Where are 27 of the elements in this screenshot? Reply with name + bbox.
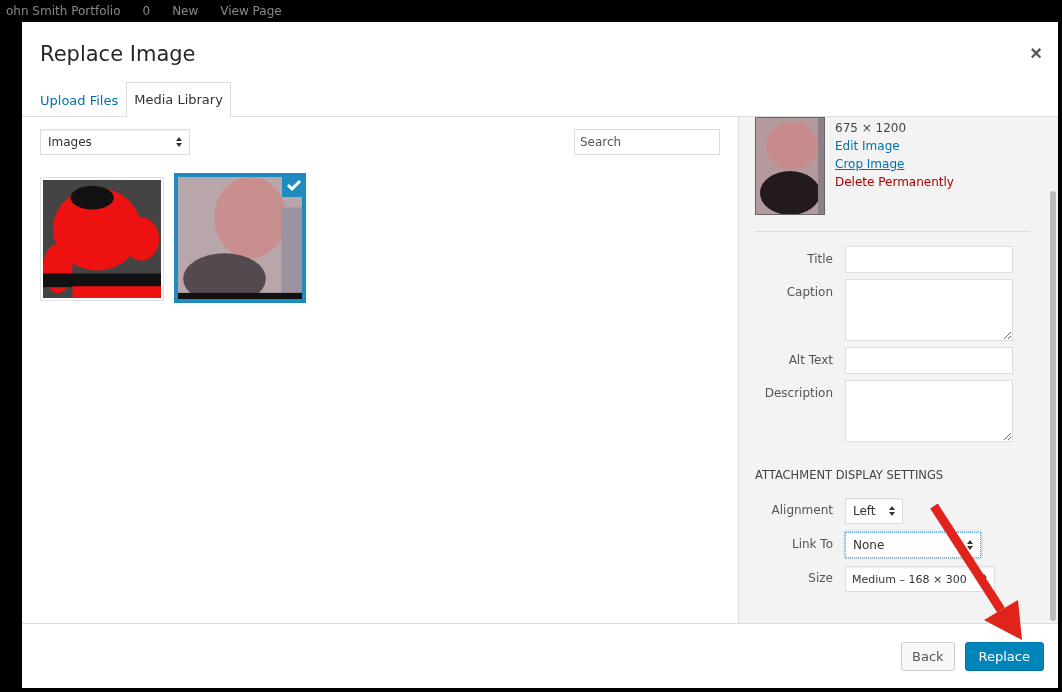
setting-label: Link To: [790, 536, 833, 553]
section-heading: ATTACHMENT DISPLAY SETTINGS: [755, 468, 945, 482]
admin-bar-item[interactable]: ohn Smith Portfolio: [6, 4, 121, 18]
close-button[interactable]: ×: [1030, 42, 1042, 65]
admin-bar-item[interactable]: View Page: [220, 4, 282, 18]
dialog-title: Replace Image: [40, 42, 196, 66]
image-dimensions: 675 × 1200: [835, 120, 908, 137]
search-field[interactable]: Search: [574, 129, 720, 155]
setting-label: Size: [807, 570, 833, 587]
back-button[interactable]: Back: [901, 641, 955, 671]
admin-bar-item[interactable]: 0: [142, 4, 151, 18]
field-label: Caption: [785, 284, 833, 301]
filter-select[interactable]: Images: [40, 129, 190, 155]
admin-bar-item[interactable]: New: [172, 4, 199, 18]
action-link[interactable]: Edit Image: [835, 137, 954, 155]
setting-select[interactable]: Medium – 168 × 300: [845, 566, 995, 592]
setting-select[interactable]: None: [845, 532, 981, 558]
field-label: Title: [806, 251, 833, 268]
setting-label: Alignment: [770, 502, 833, 519]
tab[interactable]: Upload Files: [32, 83, 127, 117]
action-link[interactable]: Crop Image: [835, 155, 954, 173]
field-label: Alt Text: [787, 352, 833, 369]
setting-select[interactable]: Left: [845, 498, 903, 524]
replace-button[interactable]: Replace: [964, 641, 1044, 671]
field-label: Description: [763, 385, 833, 402]
tab[interactable]: Media Library: [126, 82, 231, 117]
action-link[interactable]: Delete Permanently: [835, 173, 954, 191]
